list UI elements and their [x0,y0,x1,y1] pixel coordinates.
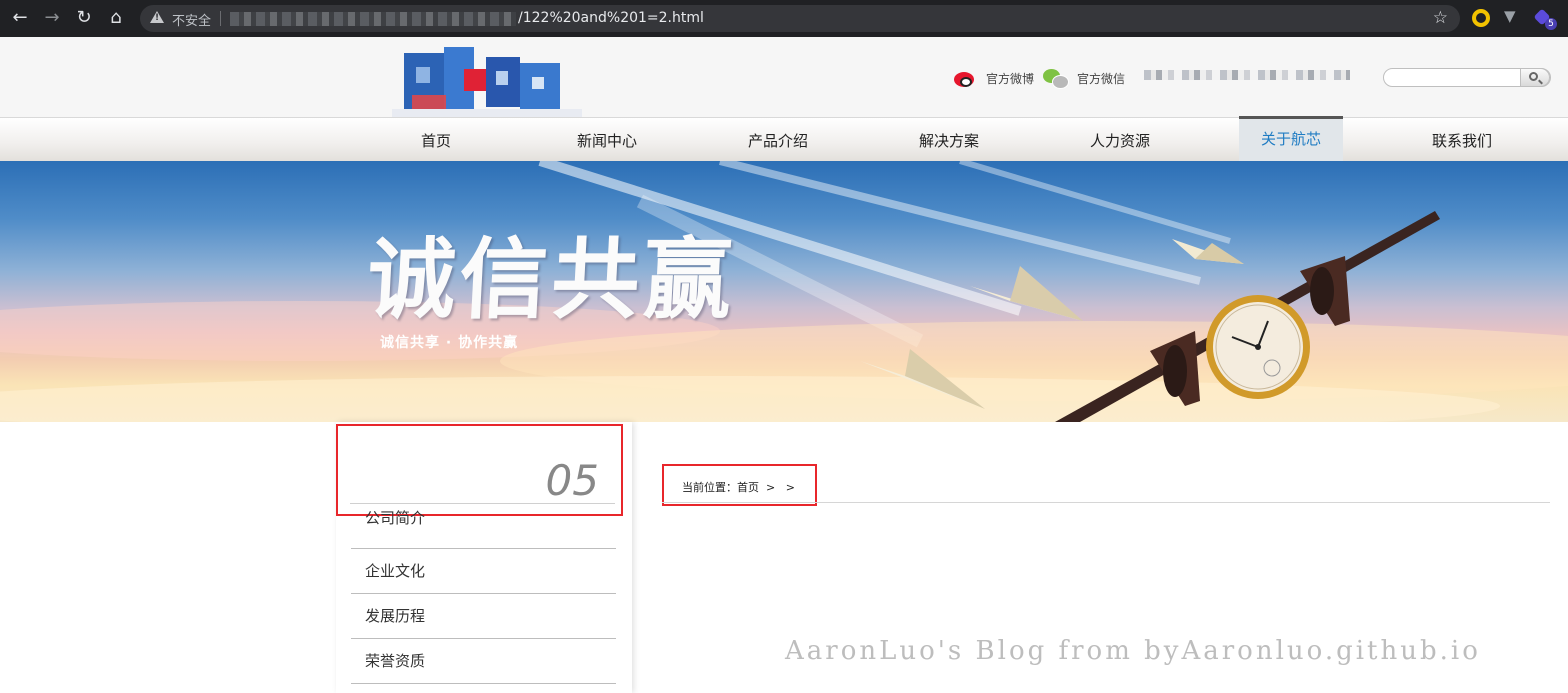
company-logo[interactable] [336,43,606,119]
home-icon[interactable]: ⌂ [105,7,127,29]
wechat-icon [1043,67,1069,89]
wechat-link[interactable]: 官方微信 [1043,67,1125,89]
warning-icon [150,11,164,23]
insecure-label: 不安全 [172,14,212,29]
weibo-label: 官方微博 [986,71,1035,86]
search-input[interactable] [1394,71,1514,84]
sidebar-item-culture[interactable]: 企业文化 [351,549,616,594]
weibo-icon [954,67,978,89]
sidebar: 05 公司简介 企业文化 发展历程 荣誉资质 [336,422,632,693]
weibo-link[interactable]: 官方微博 [954,67,1034,89]
main-nav: 首页 新闻中心 产品介绍 解决方案 人力资源 关于航芯 联系我们 [0,116,1568,162]
search-icon [1529,72,1538,81]
search-button[interactable] [1520,68,1550,87]
site-header: 官方微博 官方微信 [0,37,1568,117]
banner-title: 诚信共赢 [364,228,739,331]
nav-products[interactable]: 产品介绍 [726,118,830,161]
sidebar-item-history[interactable]: 发展历程 [351,594,616,639]
extension-v-icon[interactable]: ▼ [1504,7,1522,25]
sidebar-item-honors[interactable]: 荣誉资质 [351,639,616,684]
nav-hr[interactable]: 人力资源 [1068,118,1172,161]
section-number: 05 [545,456,599,505]
extension-circle-icon[interactable] [1472,9,1490,27]
forward-icon[interactable]: → [41,7,63,29]
back-icon[interactable]: ← [9,7,31,29]
sidebar-item-profile[interactable]: 公司简介 [351,504,616,549]
address-bar[interactable]: 不安全 /122%20and%201=2.html ☆ [140,5,1460,32]
nav-news[interactable]: 新闻中心 [555,118,659,161]
banner-subtitle: 诚信共享 · 协作共赢 [380,335,519,351]
breadcrumb-divider [662,502,1550,503]
nav-home[interactable]: 首页 [384,118,488,161]
url-text: /122%20and%201=2.html [518,10,704,26]
bookmark-star-icon[interactable]: ☆ [1433,8,1448,28]
nav-contact[interactable]: 联系我们 [1410,118,1514,161]
banner-artwork [0,161,1568,422]
extension-badge: 5 [1545,18,1557,30]
watermark-text: AaronLuo's Blog from byAaronluo.github.i… [785,636,1481,666]
contact-redacted [1144,70,1350,80]
reload-icon[interactable]: ↻ [73,7,95,29]
url-redacted [230,12,516,26]
browser-toolbar: ← → ↻ ⌂ 不安全 /122%20and%201=2.html ☆ ▼ 5 [0,0,1568,37]
divider [220,11,221,26]
wechat-label: 官方微信 [1077,71,1126,86]
nav-about[interactable]: 关于航芯 [1239,116,1343,162]
hero-banner: 诚信共赢 诚信共享 · 协作共赢 [0,161,1568,422]
search-box [1383,68,1551,87]
breadcrumb[interactable]: 当前位置：首页 > > [682,479,795,495]
nav-solutions[interactable]: 解决方案 [897,118,1001,161]
